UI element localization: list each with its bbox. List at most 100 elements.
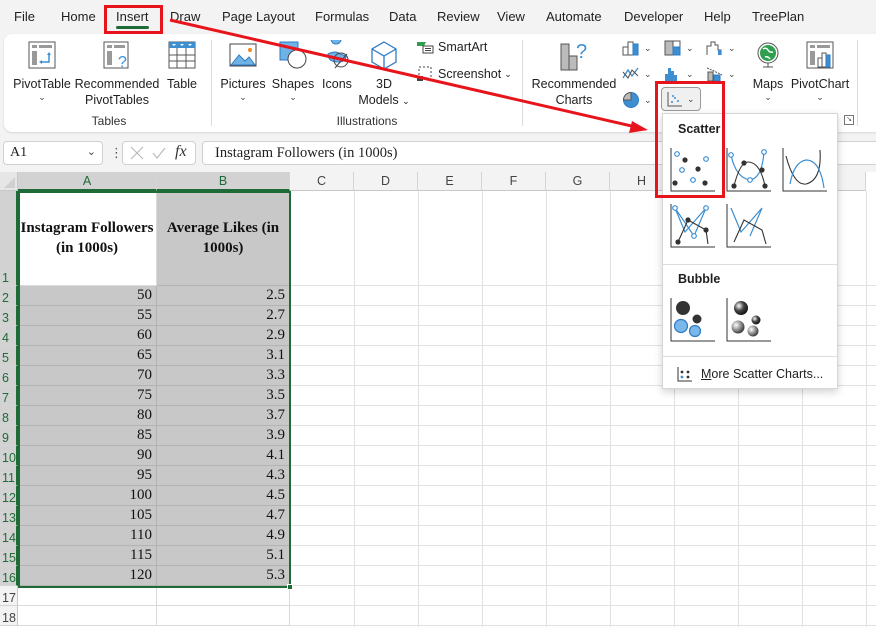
cell-b13[interactable]: 4.7 [157,506,290,526]
tab-home[interactable]: Home [61,9,96,24]
cell-a10[interactable]: 90 [18,446,157,466]
cell-a3[interactable]: 55 [18,306,157,326]
statistic-chart-button[interactable]: ⌄ [664,66,694,82]
tab-view[interactable]: View [497,9,525,24]
column-header-f[interactable]: F [482,172,546,191]
cell-a8[interactable]: 80 [18,406,157,426]
column-chart-button[interactable]: ⌄ [622,40,652,56]
row-header-13[interactable]: 13 [0,506,18,526]
cell-b6[interactable]: 3.3 [157,366,290,386]
recommended-pivottables-button[interactable]: ? Recommended PivotTables [74,40,160,108]
tab-insert[interactable]: Insert [116,9,149,29]
shapes-button[interactable]: Shapes ⌄ [270,40,316,102]
column-header-a[interactable]: A [18,172,157,191]
row-header-12[interactable]: 12 [0,486,18,506]
cell-a9[interactable]: 85 [18,426,157,446]
cell-a13[interactable]: 105 [18,506,157,526]
row-header-10[interactable]: 10 [0,446,18,466]
cell-a1[interactable]: Instagram Followers (in 1000s) [18,191,157,286]
cell-b11[interactable]: 4.3 [157,466,290,486]
row-header-18[interactable]: 18 [0,606,18,626]
cell-b10[interactable]: 4.1 [157,446,290,466]
row-header-5[interactable]: 5 [0,346,18,366]
fill-handle[interactable] [287,584,293,590]
cell-empty[interactable] [18,606,157,626]
cell-b7[interactable]: 3.5 [157,386,290,406]
cell-b9[interactable]: 3.9 [157,426,290,446]
pivottable-button[interactable]: PivotTable ⌄ [12,40,72,102]
cell-a15[interactable]: 115 [18,546,157,566]
row-header-2[interactable]: 2 [0,286,18,306]
combo-chart-button[interactable]: ⌄ [706,66,736,82]
tab-automate[interactable]: Automate [546,9,602,24]
3d-models-button[interactable]: 3D Models ⌄ [358,40,410,109]
row-header-6[interactable]: 6 [0,366,18,386]
3d-bubble-chart-icon[interactable] [726,298,772,342]
row-header-1[interactable]: 1 [0,191,18,286]
line-chart-button[interactable]: ⌄ [622,66,652,82]
scatter-straight-lines-icon[interactable] [726,204,772,248]
cell-a14[interactable]: 110 [18,526,157,546]
column-header-g[interactable]: G [546,172,610,191]
smartart-button[interactable]: SmartArt [416,40,487,54]
row-header-3[interactable]: 3 [0,306,18,326]
row-header-7[interactable]: 7 [0,386,18,406]
table-button[interactable]: Table [162,40,202,92]
more-scatter-charts-link[interactable]: More Scatter Charts... [677,366,823,382]
pie-chart-button[interactable]: ⌄ [622,91,652,109]
maps-button[interactable]: Maps ⌄ [746,40,790,102]
recommended-charts-button[interactable]: ? Recommended Charts [530,40,618,108]
row-header-15[interactable]: 15 [0,546,18,566]
scatter-markers-only-icon[interactable] [670,148,716,192]
cell-b3[interactable]: 2.7 [157,306,290,326]
cell-a11[interactable]: 95 [18,466,157,486]
tab-file[interactable]: File [14,9,35,24]
cell-a7[interactable]: 75 [18,386,157,406]
scatter-smooth-lines-markers-icon[interactable] [726,148,772,192]
icons-button[interactable]: Icons [318,40,356,92]
cell-empty[interactable] [157,586,290,606]
tab-data[interactable]: Data [389,9,416,24]
tab-help[interactable]: Help [704,9,731,24]
tab-review[interactable]: Review [437,9,480,24]
scatter-smooth-lines-icon[interactable] [782,148,828,192]
tab-treeplan[interactable]: TreePlan [752,9,804,24]
cell-b8[interactable]: 3.7 [157,406,290,426]
pictures-button[interactable]: Pictures ⌄ [218,40,268,102]
pivotchart-button[interactable]: PivotChart ⌄ [790,40,850,102]
cell-b16[interactable]: 5.3 [157,566,290,586]
cell-b1[interactable]: Average Likes (in 1000s) [157,191,290,286]
row-header-11[interactable]: 11 [0,466,18,486]
column-header-b[interactable]: B [157,172,290,191]
cell-b14[interactable]: 4.9 [157,526,290,546]
row-header-16[interactable]: 16 [0,566,18,586]
cell-b12[interactable]: 4.5 [157,486,290,506]
cell-empty[interactable] [18,586,157,606]
cell-a4[interactable]: 60 [18,326,157,346]
scatter-straight-lines-markers-icon[interactable] [670,204,716,248]
row-header-14[interactable]: 14 [0,526,18,546]
row-header-4[interactable]: 4 [0,326,18,346]
select-all-button[interactable] [0,172,18,191]
column-header-e[interactable]: E [418,172,482,191]
cell-a2[interactable]: 50 [18,286,157,306]
tab-developer[interactable]: Developer [624,9,683,24]
column-header-c[interactable]: C [290,172,354,191]
insert-function-button[interactable]: fx [175,143,187,161]
cell-b4[interactable]: 2.9 [157,326,290,346]
enter-icon[interactable] [151,145,167,161]
column-header-d[interactable]: D [354,172,418,191]
row-header-8[interactable]: 8 [0,406,18,426]
screenshot-button[interactable]: Screenshot ⌄ [416,66,512,82]
scatter-chart-button[interactable]: ⌄ [661,87,701,111]
hierarchy-chart-button[interactable]: ⌄ [664,40,694,56]
cell-b5[interactable]: 3.1 [157,346,290,366]
dialog-launcher-icon[interactable]: ↘ [844,115,854,125]
cell-empty[interactable] [157,606,290,626]
cancel-icon[interactable] [129,145,145,161]
cell-b2[interactable]: 2.5 [157,286,290,306]
cell-a5[interactable]: 65 [18,346,157,366]
name-box[interactable]: A1 ⌄ [3,141,103,165]
waterfall-chart-button[interactable]: ⌄ [706,40,736,56]
tab-draw[interactable]: Draw [170,9,200,24]
